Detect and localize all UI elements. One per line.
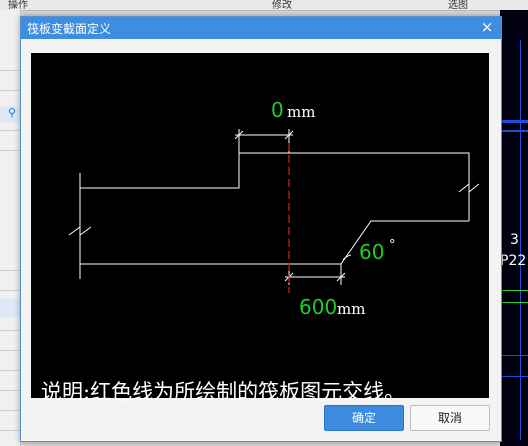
right-break-mark xyxy=(458,182,480,194)
top-offset-unit: mm xyxy=(287,103,315,121)
bg-menu-modify: 修改 xyxy=(272,0,292,11)
close-button[interactable]: × xyxy=(479,19,495,35)
cancel-button[interactable]: 取消 xyxy=(410,405,490,431)
bg-menu-select: 选图 xyxy=(448,0,468,11)
bg-label-p22: P22 xyxy=(500,253,527,269)
slab-bottom-outline xyxy=(80,220,469,265)
section-diagram: 0 mm 60 ° 600 mm 说明:红色线为所绘制的筏板图元交线。 xyxy=(31,53,489,404)
width-unit: mm xyxy=(337,300,365,318)
top-offset-value: 0 xyxy=(271,98,284,122)
section-drawing: 0 mm 60 ° 600 mm xyxy=(68,98,480,319)
ok-button[interactable]: 确定 xyxy=(324,405,404,431)
dialog-titlebar[interactable]: 筏板变截面定义 × xyxy=(21,17,501,39)
width-value: 600 xyxy=(299,295,337,319)
diagram-caption: 说明:红色线为所绘制的筏板图元交线。 xyxy=(41,380,406,404)
bg-search-icon: ⚲ xyxy=(8,106,17,119)
background-drawing-area: 3 P22 xyxy=(500,10,528,446)
background-toolbar: 操作 修改 选图 xyxy=(0,0,528,11)
left-break-mark xyxy=(68,226,92,236)
raft-section-dialog: 筏板变截面定义 × 0 mm 60 ° 600 mm 说明:红色线为所绘制的筏板… xyxy=(20,16,502,442)
bg-label-3: 3 xyxy=(510,232,519,248)
slab-top-outline xyxy=(80,152,470,221)
angle-unit: ° xyxy=(389,238,396,253)
dialog-title: 筏板变截面定义 xyxy=(27,22,112,36)
background-left-panel: ⚲ xyxy=(0,10,21,446)
angle-value: 60 xyxy=(359,240,384,264)
